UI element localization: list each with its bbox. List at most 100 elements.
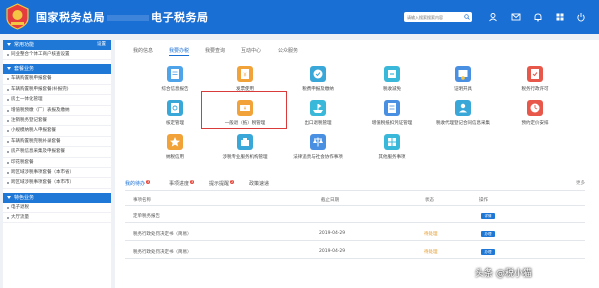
table-divider xyxy=(125,205,585,206)
table-divider xyxy=(125,258,585,259)
bullet-icon xyxy=(7,78,9,81)
caret-down-icon xyxy=(7,43,11,46)
sidebar: 常用功能 设置 同业整合个体工商户核查设置 套餐业务 车辆购置税申报套餐 车辆购… xyxy=(3,40,111,288)
tax-reduction-icon xyxy=(384,66,400,82)
progress-count-badge: 3 xyxy=(190,180,195,184)
func-approval[interactable]: 核定管理 xyxy=(140,100,210,126)
bell-icon[interactable] xyxy=(533,12,543,22)
sidebar-item[interactable]: 同业整合个体工商户核查设置 xyxy=(3,50,111,61)
svg-text:¥: ¥ xyxy=(243,73,246,79)
col-header-action: 操作 xyxy=(479,198,488,203)
bullet-icon xyxy=(7,206,9,209)
tab-reminders[interactable]: 提示提醒 2 xyxy=(209,180,235,187)
table-divider xyxy=(125,222,585,223)
sidebar-section-common[interactable]: 常用功能 设置 xyxy=(3,40,111,50)
tax-emblem-icon xyxy=(6,3,29,30)
func-vat-deduction[interactable]: 增值税抵扣凭证管理 xyxy=(357,100,427,126)
func-pricing[interactable]: 预约定价安排 xyxy=(500,100,570,126)
sidebar-item[interactable]: 跨区域涉税事项套餐（本市省） xyxy=(3,168,111,179)
tab-my-todo[interactable]: 我的待办 3 xyxy=(125,180,151,187)
search-box[interactable] xyxy=(404,12,472,22)
func-export-refund[interactable]: 出口退税管理 xyxy=(283,100,353,126)
sidebar-item[interactable]: 房土一体化管理 xyxy=(3,95,111,106)
func-license[interactable]: 税务行政许可 xyxy=(500,66,570,92)
user-icon[interactable] xyxy=(488,12,498,22)
func-tax-reduction[interactable]: 税收减免 xyxy=(357,66,427,92)
bullet-icon xyxy=(7,88,9,91)
tab-interaction[interactable]: 互动中心 xyxy=(241,47,261,54)
invoice-icon: ¥ xyxy=(237,66,253,82)
bullet-icon xyxy=(7,182,9,185)
tab-progress[interactable]: 事项进度 3 xyxy=(169,180,195,187)
more-link[interactable]: 更多 xyxy=(576,180,585,186)
sidebar-section-special[interactable]: 特色业务 xyxy=(3,192,111,203)
tab-tax-handling[interactable]: 我要办税 xyxy=(169,47,190,56)
sidebar-item[interactable]: 车辆购置税申报套餐(补报完) xyxy=(3,85,111,96)
pricing-icon xyxy=(527,100,543,116)
site-title: 国家税务总局 电子税务局 xyxy=(36,11,209,24)
watermark: 头条 @税小猫 xyxy=(475,269,532,279)
license-icon xyxy=(527,66,543,82)
settings-link[interactable]: 设置 xyxy=(97,40,106,50)
row-deadline: 2019-04-29 xyxy=(319,231,346,236)
row-name: 定单税务报告 xyxy=(133,214,160,219)
func-invoice[interactable]: ¥ 发票使用 xyxy=(210,66,280,92)
bullet-icon xyxy=(7,171,9,174)
col-header-date: 截止日期 xyxy=(321,198,339,203)
sidebar-item[interactable]: 房产税信息采集及申报套餐 xyxy=(3,147,111,158)
sidebar-item[interactable]: 车辆购置税申报套餐 xyxy=(3,74,111,85)
sidebar-item[interactable]: 注销税务登记套餐 xyxy=(3,116,111,127)
report-icon xyxy=(167,66,183,82)
bullet-icon xyxy=(7,54,9,56)
tab-my-info[interactable]: 我的信息 xyxy=(133,47,153,54)
caret-down-icon xyxy=(7,67,11,71)
handle-button[interactable]: 办理 xyxy=(481,231,495,237)
func-tax-declare[interactable]: 税费申报及缴纳 xyxy=(283,66,353,92)
agent-icon xyxy=(455,100,471,116)
reminder-count-badge: 2 xyxy=(230,180,235,184)
handle-button[interactable]: 办理 xyxy=(481,249,495,255)
func-other-services[interactable]: 其他服务事项 xyxy=(357,134,427,160)
bullet-icon xyxy=(7,151,9,154)
sidebar-item[interactable]: 小规模纳税人申报套餐 xyxy=(3,126,111,137)
sidebar-item[interactable]: 电子退税 xyxy=(3,203,111,214)
search-icon[interactable] xyxy=(464,14,470,20)
top-header: 国家税务总局 电子税务局 xyxy=(0,0,599,34)
table-divider xyxy=(125,190,585,191)
table-divider xyxy=(125,240,585,241)
sidebar-item[interactable]: 增值税预缴（厂）表报及缴纳 xyxy=(3,106,111,116)
tab-policy[interactable]: 政策速递 xyxy=(249,180,269,187)
search-input[interactable] xyxy=(404,12,462,22)
other-services-icon xyxy=(384,134,400,150)
service-agency-icon xyxy=(237,134,253,150)
col-header-name: 事项名称 xyxy=(133,198,151,203)
message-icon[interactable] xyxy=(511,12,521,22)
status-badge: 待处理 xyxy=(424,232,438,237)
bullet-icon xyxy=(7,109,9,112)
col-header-status: 状态 xyxy=(425,198,434,203)
func-credit[interactable]: 纳税信用 xyxy=(140,134,210,160)
detail-button[interactable]: 详情 xyxy=(481,213,495,219)
func-certificate[interactable]: 证明开具 xyxy=(428,66,498,92)
row-deadline: 2019-04-29 xyxy=(319,249,346,254)
sidebar-item[interactable]: 车辆购置税完税补录套餐 xyxy=(3,137,111,148)
tab-query[interactable]: 我要查询 xyxy=(205,47,225,54)
row-name: 税务行政处罚决定书（简易） xyxy=(133,250,192,255)
func-agent[interactable]: 税收代理登记合同信息采集 xyxy=(428,100,498,126)
todo-count-badge: 3 xyxy=(146,180,151,184)
sidebar-item[interactable]: 大厅流量 xyxy=(3,213,111,224)
export-refund-icon xyxy=(310,100,326,116)
func-legal[interactable]: 法律追责与社会协作事项 xyxy=(283,134,353,160)
tab-public-service[interactable]: 公众服务 xyxy=(278,47,298,54)
bullet-icon xyxy=(7,99,9,102)
grid-icon[interactable] xyxy=(555,12,565,22)
credit-icon xyxy=(167,134,183,150)
power-icon[interactable] xyxy=(576,12,586,22)
bullet-icon xyxy=(7,119,9,122)
func-report[interactable]: 综合信息报告 xyxy=(140,66,210,92)
func-service-agency[interactable]: 涉税专业服务机构管理 xyxy=(210,134,280,160)
sidebar-item[interactable]: 跨区域涉税事项套餐（本市市） xyxy=(3,178,111,189)
sidebar-item[interactable]: 印花税套餐 xyxy=(3,158,111,168)
sidebar-section-packages[interactable]: 套餐业务 xyxy=(3,64,111,75)
legal-icon xyxy=(310,134,326,150)
